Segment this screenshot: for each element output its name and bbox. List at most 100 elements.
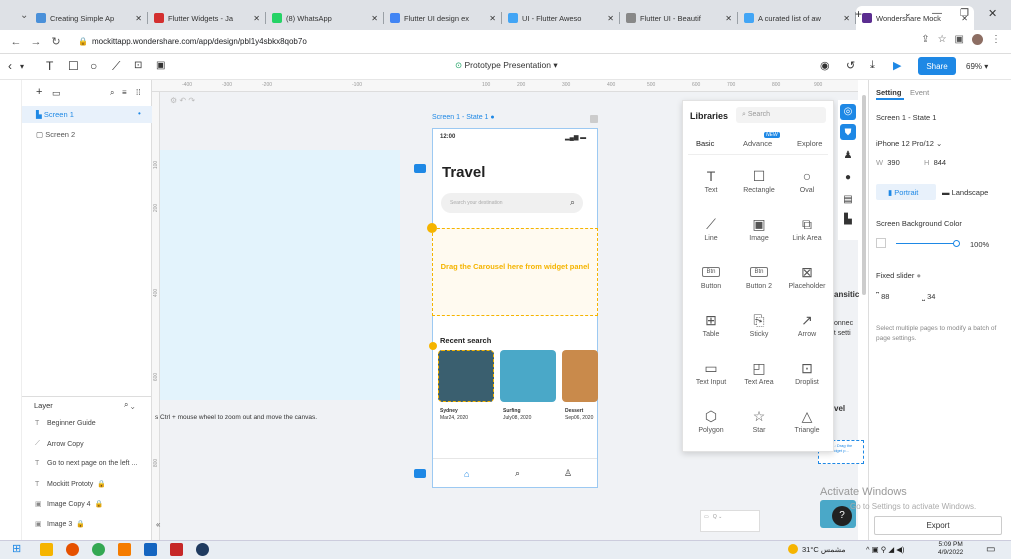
recent-card-image[interactable] [562,350,598,402]
emoji-icon[interactable]: ● [842,172,854,184]
library-item-placeholder[interactable]: ⊠ Placeholder [783,263,831,290]
windows-start-icon[interactable]: ⊞ [12,543,25,556]
screen-state-label[interactable]: Screen 1 - State 1 ● [432,114,495,121]
height-field[interactable]: H 844 [924,158,946,167]
app-icon[interactable] [196,543,209,556]
library-item-text-input[interactable]: ▭ Text Input [687,359,735,386]
download-icon[interactable]: ⤓ [870,59,875,72]
layer-item[interactable]: ▣ Image 3 🔒 [35,520,150,529]
layer-item[interactable]: T Beginner Guide [35,420,150,427]
history-icon[interactable]: ↺ [846,59,855,72]
recent-card-image[interactable] [438,350,494,402]
share-page-icon[interactable]: ⇪ [921,34,929,45]
library-item-rectangle[interactable]: ☐ Rectangle [735,167,783,194]
line-tool-icon[interactable]: ⟋ [112,59,120,74]
powerpoint-icon[interactable] [170,543,183,556]
library-item-button-2[interactable]: Btn Button 2 [735,263,783,290]
profile-avatar[interactable] [972,34,983,45]
scrollbar[interactable] [862,95,866,295]
layer-item[interactable]: T Go to next page on the left ... [35,460,150,467]
screen-name-field[interactable]: Screen 1 - State 1 [876,113,936,122]
library-item-image[interactable]: ▣ Image [735,215,783,242]
width-field[interactable]: W 390 [876,158,900,167]
close-tab-icon[interactable]: ✕ [253,14,260,23]
lock-icon[interactable]: 🔒 [95,500,104,508]
layer-item[interactable]: ⟋ Arrow Copy [35,440,150,448]
new-tab-button[interactable]: + [855,7,862,21]
library-item-arrow[interactable]: ↗ Arrow [783,311,831,338]
tab-event[interactable]: Event [910,88,929,97]
zoom-level[interactable]: 69% ▾ [966,62,988,71]
browser-menu-icon[interactable]: ⋮ [991,34,1001,45]
link-marker-icon[interactable] [414,164,426,173]
preview-icon[interactable]: ◉ [820,59,830,72]
landscape-toggle[interactable]: ▬ Landscape [942,188,988,197]
browser-tab[interactable]: UI - Flutter Aweso ✕ [502,6,620,30]
tab-explore[interactable]: Explore [797,139,822,148]
browser-tab[interactable]: Flutter Widgets - Ja ✕ [148,6,266,30]
screen-options-icon[interactable] [590,115,598,123]
close-window-icon[interactable]: ✕ [988,7,997,20]
oval-tool-icon[interactable]: ○ [90,59,97,73]
link-marker-icon[interactable] [414,469,426,478]
library-item-polygon[interactable]: ⬡ Polygon [687,407,735,434]
resize-handle[interactable] [429,342,437,350]
home-icon[interactable]: ⌂ [464,469,469,479]
close-tab-icon[interactable]: ✕ [371,14,378,23]
dropdown-icon[interactable]: ▾ [20,62,24,71]
app-icon[interactable] [144,543,157,556]
library-item-text-area[interactable]: ◰ Text Area [735,359,783,386]
close-tab-icon[interactable]: ✕ [607,14,614,23]
back-icon[interactable]: ← [6,36,26,48]
layer-search-icon[interactable]: ⌕ ⌄ [124,400,134,410]
rectangle-tool-icon[interactable]: ☐ [68,59,79,73]
tab-basic[interactable]: Basic [696,139,714,148]
sort-icon[interactable]: ≡ [122,88,127,97]
reload-icon[interactable]: ↻ [46,35,66,48]
library-icon[interactable]: ▤ [842,194,854,206]
recent-card-image[interactable] [500,350,556,402]
device-icon[interactable]: ▙ [842,214,854,226]
tab-advance[interactable]: Advance [743,139,772,148]
weather-icon[interactable] [788,544,798,554]
screen-item-2[interactable]: ▢ Screen 2 [36,130,75,139]
add-screen-icon[interactable]: + [36,86,42,98]
close-tab-icon[interactable]: ✕ [135,14,142,23]
library-item-text[interactable]: T Text [687,167,735,194]
library-item-droplist[interactable]: ⊡ Droplist [783,359,831,386]
help-icon[interactable]: ? [832,506,852,526]
app-icon[interactable] [118,543,131,556]
text-tool-icon[interactable]: T [46,59,53,73]
browser-tab[interactable]: (8) WhatsApp ✕ [266,6,384,30]
opacity-slider-handle[interactable] [953,240,960,247]
library-item-oval[interactable]: ○ Oval [783,167,831,194]
browser-tab[interactable]: A curated list of aw ✕ [738,6,856,30]
user-icon[interactable]: ♙ [564,468,572,479]
system-tray-icons[interactable]: ^ ▣ ⚲ ◢ ◀) [866,545,904,554]
file-explorer-icon[interactable] [40,543,53,556]
chrome-icon[interactable] [92,543,105,556]
carousel-drop-zone[interactable] [432,228,598,316]
resize-handle[interactable] [427,223,437,233]
layer-item[interactable]: T Mockitt Prototy 🔒 [35,480,150,489]
browser-tab[interactable]: Wondershare Mock ✕ [856,6,974,30]
weather-text[interactable]: 31°C مشمس [802,545,845,554]
tab-window-icon[interactable]: ▣ [955,34,964,45]
help-circle-icon[interactable]: ● [916,271,921,280]
frame-tool-icon[interactable]: ⊡ [134,60,142,71]
close-tab-icon[interactable]: ✕ [843,14,850,23]
folder-icon[interactable]: ▭ [52,88,61,99]
device-select[interactable]: iPhone 12 Pro/12 ⌄ [876,139,942,148]
lock-icon[interactable]: 🔒 [97,480,106,488]
export-button[interactable]: Export [874,516,1002,535]
browser-tab[interactable]: Flutter UI - Beautif ✕ [620,6,738,30]
maximize-icon[interactable]: ❐ [960,8,969,19]
canvas-settings-icon[interactable]: ⚙ ↶ ↷ [170,96,195,105]
opacity-slider[interactable] [896,243,956,244]
person-icon[interactable]: ♟ [842,150,854,162]
close-tab-icon[interactable]: ✕ [725,14,732,23]
library-item-sticky[interactable]: ⎘ Sticky [735,311,783,338]
play-icon[interactable]: ▶ [893,59,901,72]
fixed-top-field[interactable]: ⎴ 88 [876,292,889,302]
shield-icon[interactable]: ⛊ [840,124,856,140]
